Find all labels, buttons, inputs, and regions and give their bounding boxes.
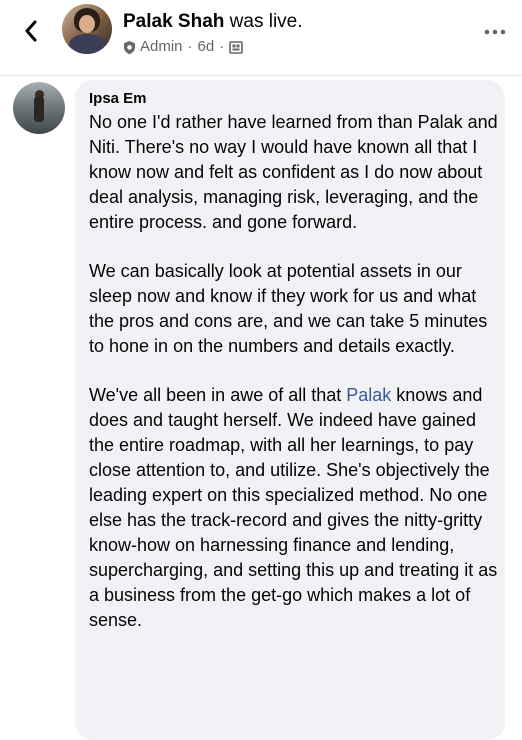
group-audience-icon xyxy=(229,40,244,54)
chevron-left-icon xyxy=(25,20,37,42)
admin-shield-icon xyxy=(124,40,135,54)
commenter-avatar[interactable] xyxy=(13,82,65,134)
comment-paragraph: No one I'd rather have learned from than… xyxy=(89,112,498,232)
post-header: Palak Shah was live. Admin · 6d · xyxy=(0,0,522,76)
comment-paragraph: We can basically look at potential asset… xyxy=(89,261,488,356)
back-button[interactable] xyxy=(14,14,48,48)
meta-separator: · xyxy=(219,38,225,55)
more-options-icon xyxy=(484,29,506,35)
comment-body: No one I'd rather have learned from than… xyxy=(89,110,501,657)
mention-link-palak[interactable]: Palak xyxy=(346,385,391,405)
role-badge: Admin xyxy=(140,38,183,55)
author-avatar[interactable] xyxy=(62,4,112,54)
more-options-button[interactable] xyxy=(479,22,511,42)
meta-separator: · xyxy=(187,38,193,55)
post-title: Palak Shah was live. xyxy=(123,10,303,34)
commenter-name-link[interactable]: Ipsa Em xyxy=(89,89,147,109)
author-name-link[interactable]: Palak Shah xyxy=(123,11,224,32)
header-divider xyxy=(0,75,522,76)
post-timestamp[interactable]: 6d xyxy=(198,37,215,57)
comment-paragraph: We've all been in awe of all that Palak … xyxy=(89,385,498,630)
live-status-text: was live. xyxy=(224,11,303,32)
post-meta: Admin · 6d · xyxy=(123,37,244,57)
